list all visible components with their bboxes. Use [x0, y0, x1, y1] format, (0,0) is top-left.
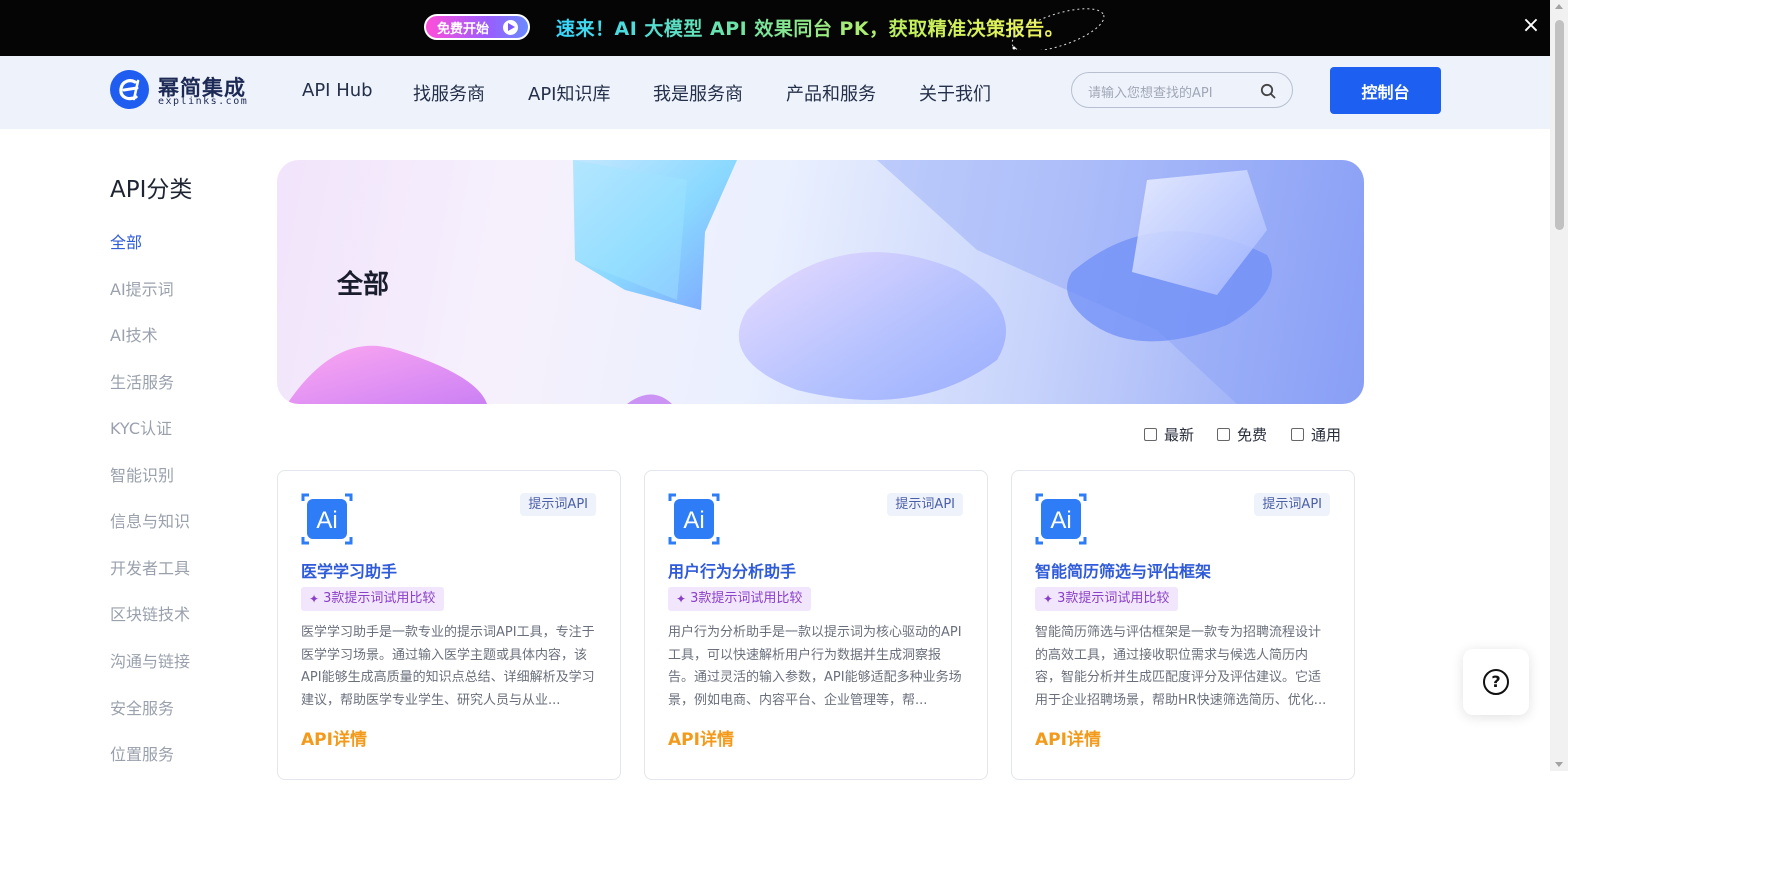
sparkle-icon: ✦: [676, 592, 687, 606]
api-card[interactable]: Ai 提示词API 智能简历筛选与评估框架 ✦ 3款提示词试用比较 智能简历筛选…: [1011, 470, 1355, 780]
nav-api-knowledge[interactable]: API知识库: [528, 80, 610, 106]
nav-api-hub[interactable]: API Hub: [302, 80, 373, 101]
scroll-down-icon[interactable]: [1555, 762, 1563, 767]
checkbox[interactable]: [1217, 428, 1230, 441]
card-type-tag: 提示词API: [1254, 493, 1330, 516]
api-detail-link[interactable]: API详情: [668, 725, 734, 750]
prompt-compare-badge[interactable]: ✦ 3款提示词试用比较: [668, 587, 812, 611]
sidebar-item-life-services[interactable]: 生活服务: [110, 369, 174, 393]
badge-label: 3款提示词试用比较: [323, 591, 436, 606]
sparkle-icon: ✦: [309, 592, 320, 606]
card-description: 用户行为分析助手是一款以提示词为核心驱动的API工具，可以快速解析用户行为数据并…: [668, 625, 962, 708]
filter-latest[interactable]: 最新: [1144, 424, 1194, 445]
filter-label: 免费: [1237, 426, 1268, 444]
logo-domain: explinks.com: [158, 96, 249, 107]
prompt-compare-badge[interactable]: ✦ 3款提示词试用比较: [1035, 587, 1179, 611]
promo-bar: 免费开始 速来！AI 大模型 API 效果同台 PK，获取精准决策报告。 ×: [0, 0, 1568, 56]
api-card[interactable]: Ai 提示词API 医学学习助手 ✦ 3款提示词试用比较 医学学习助手是一款专业…: [277, 470, 621, 780]
svg-text:Ai: Ai: [316, 507, 337, 534]
api-card[interactable]: Ai 提示词API 用户行为分析助手 ✦ 3款提示词试用比较 用户行为分析助手是…: [644, 470, 988, 780]
search-icon[interactable]: [1260, 83, 1276, 99]
free-start-button[interactable]: 免费开始: [424, 14, 530, 40]
category-title: API分类: [110, 177, 193, 203]
card-description: 医学学习助手是一款专业的提示词API工具，专注于医学学习场景。通过输入医学主题或…: [301, 625, 595, 708]
nav-i-am-provider[interactable]: 我是服务商: [653, 80, 743, 106]
filter-label: 最新: [1164, 426, 1195, 444]
sidebar-item-all[interactable]: 全部: [110, 229, 142, 253]
orbit-decoration-icon: [1011, 8, 1105, 50]
svg-text:Ai: Ai: [683, 507, 704, 534]
search-placeholder: 请输入您想查找的API: [1088, 86, 1213, 101]
free-start-label: 免费开始: [437, 21, 490, 37]
sparkle-icon: ✦: [1043, 592, 1054, 606]
promo-text[interactable]: 速来！AI 大模型 API 效果同台 PK，获取精准决策报告。: [556, 14, 1064, 41]
checkbox[interactable]: [1291, 428, 1304, 441]
svg-text:Ai: Ai: [1050, 507, 1071, 534]
sidebar-item-blockchain[interactable]: 区块链技术: [110, 601, 190, 625]
play-icon: [503, 20, 518, 35]
filter-free[interactable]: 免费: [1217, 424, 1267, 445]
scroll-up-icon[interactable]: [1555, 4, 1563, 9]
sidebar-item-communication[interactable]: 沟通与链接: [110, 648, 190, 672]
sidebar-item-kyc[interactable]: KYC认证: [110, 415, 172, 439]
close-icon[interactable]: ×: [1520, 14, 1542, 38]
help-icon: ?: [1483, 669, 1509, 695]
checkbox[interactable]: [1144, 428, 1157, 441]
ai-icon: Ai: [301, 493, 353, 545]
console-button[interactable]: 控制台: [1330, 67, 1441, 114]
ai-icon: Ai: [668, 493, 720, 545]
ai-icon: Ai: [1035, 493, 1087, 545]
sidebar-item-ai-tech[interactable]: AI技术: [110, 322, 158, 346]
card-title[interactable]: 智能简历筛选与评估框架: [1035, 558, 1211, 582]
nav-about-us[interactable]: 关于我们: [919, 80, 991, 106]
category-banner: 全部: [277, 160, 1364, 404]
badge-label: 3款提示词试用比较: [1057, 591, 1170, 606]
card-type-tag: 提示词API: [887, 493, 963, 516]
api-detail-link[interactable]: API详情: [1035, 725, 1101, 750]
card-title[interactable]: 医学学习助手: [301, 558, 397, 582]
search-input[interactable]: 请输入您想查找的API: [1071, 72, 1293, 108]
site-header: 幂简集成 explinks.com API Hub 找服务商 API知识库 我是…: [0, 56, 1550, 129]
filter-label: 通用: [1311, 426, 1342, 444]
help-button[interactable]: ?: [1463, 649, 1529, 715]
prompt-compare-badge[interactable]: ✦ 3款提示词试用比较: [301, 587, 445, 611]
card-title[interactable]: 用户行为分析助手: [668, 558, 796, 582]
filter-general[interactable]: 通用: [1291, 424, 1341, 445]
nav-products-services[interactable]: 产品和服务: [786, 80, 876, 106]
badge-label: 3款提示词试用比较: [690, 591, 803, 606]
banner-title: 全部: [337, 270, 390, 300]
sidebar-item-security[interactable]: 安全服务: [110, 695, 174, 719]
card-description: 智能简历筛选与评估框架是一款专为招聘流程设计的高效工具，通过接收职位需求与候选人…: [1035, 625, 1327, 708]
sidebar-item-dev-tools[interactable]: 开发者工具: [110, 555, 190, 579]
logo-icon[interactable]: [110, 70, 149, 109]
api-detail-link[interactable]: API详情: [301, 725, 367, 750]
card-type-tag: 提示词API: [520, 493, 596, 516]
sidebar-item-info-knowledge[interactable]: 信息与知识: [110, 508, 190, 532]
page-scrollbar[interactable]: [1550, 0, 1568, 771]
sidebar-item-ai-prompts[interactable]: AI提示词: [110, 276, 174, 300]
scrollbar-thumb[interactable]: [1555, 20, 1564, 230]
sidebar-item-location[interactable]: 位置服务: [110, 741, 174, 765]
banner-decoration: [287, 160, 1364, 404]
sidebar-item-recognition[interactable]: 智能识别: [110, 462, 174, 486]
nav-find-provider[interactable]: 找服务商: [413, 80, 485, 106]
